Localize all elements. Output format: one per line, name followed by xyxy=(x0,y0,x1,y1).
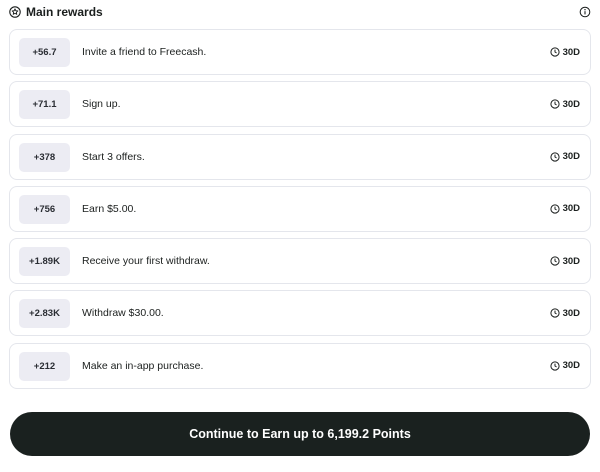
clock-icon xyxy=(549,47,560,57)
duration-label: 30D xyxy=(562,307,580,319)
reward-duration: 30D xyxy=(549,135,580,179)
info-icon[interactable] xyxy=(579,6,591,18)
continue-earn-button[interactable]: Continue to Earn up to 6,199.2 Points xyxy=(10,412,590,456)
duration-label: 30D xyxy=(562,203,580,215)
reward-description: Earn $5.00. xyxy=(82,202,137,215)
reward-description: Start 3 offers. xyxy=(82,150,145,163)
reward-card[interactable]: +71.1 Sign up. 30D xyxy=(9,81,591,128)
reward-description: Make an in-app purchase. xyxy=(82,359,204,372)
duration-label: 30D xyxy=(562,151,580,163)
points-badge: +2.83K xyxy=(19,299,70,329)
reward-card[interactable]: +212 Make an in-app purchase. 30D xyxy=(9,342,591,389)
rewards-list: +56.7 Invite a friend to Freecash. 30D +… xyxy=(9,29,591,395)
reward-duration: 30D xyxy=(549,30,580,74)
reward-description: Invite a friend to Freecash. xyxy=(82,46,207,58)
rewards-header: Main rewards xyxy=(9,3,591,21)
reward-description: Sign up. xyxy=(82,98,121,111)
reward-card[interactable]: +56.7 Invite a friend to Freecash. 30D xyxy=(9,29,591,75)
reward-duration: 30D xyxy=(549,82,580,126)
points-badge: +1.89K xyxy=(19,247,70,277)
points-badge: +71.1 xyxy=(19,90,70,120)
clock-icon xyxy=(549,151,560,162)
points-badge: +212 xyxy=(19,351,70,381)
star-circle-icon xyxy=(9,6,21,18)
reward-duration: 30D xyxy=(549,344,580,388)
points-badge: +378 xyxy=(19,142,70,172)
reward-card[interactable]: +1.89K Receive your first withdraw. 30D xyxy=(9,238,591,285)
reward-description: Receive your first withdraw. xyxy=(82,255,210,268)
clock-icon xyxy=(549,256,560,266)
clock-icon xyxy=(549,308,560,319)
points-badge: +756 xyxy=(19,194,70,224)
duration-label: 30D xyxy=(562,360,580,372)
reward-duration: 30D xyxy=(549,239,580,283)
reward-duration: 30D xyxy=(549,291,580,335)
duration-label: 30D xyxy=(562,46,580,58)
reward-card[interactable]: +2.83K Withdraw $30.00. 30D xyxy=(9,290,591,337)
clock-icon xyxy=(549,99,560,109)
reward-description: Withdraw $30.00. xyxy=(82,307,164,320)
section-title: Main rewards xyxy=(26,5,103,19)
clock-icon xyxy=(549,204,560,214)
reward-card[interactable]: +756 Earn $5.00. 30D xyxy=(9,185,591,232)
clock-icon xyxy=(549,361,560,371)
duration-label: 30D xyxy=(562,98,580,110)
points-badge: +56.7 xyxy=(19,38,70,67)
reward-duration: 30D xyxy=(549,187,580,231)
duration-label: 30D xyxy=(562,255,580,267)
reward-card[interactable]: +378 Start 3 offers. 30D xyxy=(9,133,591,180)
